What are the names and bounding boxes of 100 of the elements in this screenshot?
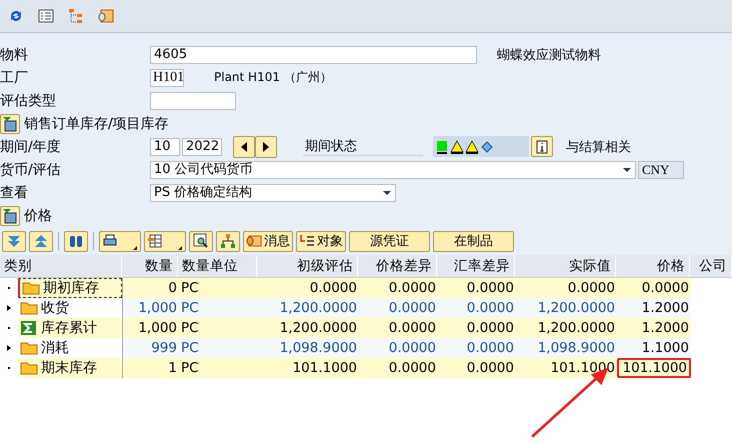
expand-arrow-icon[interactable] xyxy=(6,344,12,352)
table-cell-text: 0.0000 xyxy=(466,279,515,298)
right-arrow-icon xyxy=(261,140,271,152)
hierarchy-icon[interactable] xyxy=(68,8,84,24)
search-icon xyxy=(193,233,209,249)
dropdown-caret-icon xyxy=(382,190,392,196)
column-header[interactable]: 价格差异 xyxy=(358,255,437,277)
corner-arrow-icon xyxy=(177,244,183,250)
toolbar-button[interactable]: 源凭证 xyxy=(349,230,430,252)
info-icon xyxy=(536,140,548,154)
category-cell[interactable]: 期末库存 xyxy=(18,358,122,378)
table-cell-text: 0.0000 xyxy=(466,299,515,318)
table-cell-text: 1,000 xyxy=(137,319,178,338)
currency-dropdown[interactable]: 10 公司代码货币 xyxy=(150,160,636,178)
category-label: 库存累计 xyxy=(41,319,97,337)
refresh-icon[interactable] xyxy=(8,8,24,24)
toolbar-button[interactable]: 对象 xyxy=(296,230,346,252)
list-icon[interactable] xyxy=(38,8,54,24)
category-label: 期初库存 xyxy=(43,279,99,297)
currency-code-field: CNY xyxy=(638,160,684,178)
valuation-type-field[interactable] xyxy=(150,92,236,110)
table-cell-text: PC xyxy=(180,319,200,338)
table-cell-text: 0.0000 xyxy=(388,359,437,378)
expand-all-button[interactable] xyxy=(2,230,26,252)
column-header[interactable]: 实际值 xyxy=(515,255,616,277)
table-cell-text: 1,200.0000 xyxy=(536,319,616,338)
expand-arrow-icon[interactable] xyxy=(6,304,12,312)
table-cell-text: 1,200.0000 xyxy=(278,299,358,318)
table-cell-text: 0.0000 xyxy=(388,279,437,298)
next-button[interactable] xyxy=(255,136,277,158)
column-header[interactable]: 数量单位 xyxy=(178,255,257,277)
table-cell-text: 0.0000 xyxy=(466,339,515,358)
expand-button[interactable] xyxy=(0,206,20,226)
table-cell-text: PC xyxy=(180,359,200,378)
column-header[interactable]: 数量 xyxy=(122,255,178,277)
table-cell-text: 1,200.0000 xyxy=(278,319,358,338)
collapse-all-button[interactable] xyxy=(29,230,53,252)
left-arrow-icon xyxy=(239,140,249,152)
view-dropdown[interactable]: PS 价格确定结构 xyxy=(150,184,396,202)
column-header[interactable]: 类别 xyxy=(0,255,122,277)
column-header[interactable]: 汇率差异 xyxy=(437,255,515,277)
material-field[interactable]: 4605 xyxy=(150,46,477,64)
period-field[interactable]: 10 xyxy=(150,138,180,156)
category-label: 期末库存 xyxy=(41,359,97,377)
section-label: 销售订单库存/项目库存 xyxy=(24,114,169,132)
binoculars-button[interactable] xyxy=(64,230,88,252)
table-cell-text: 999 xyxy=(150,339,178,358)
table-cell-text: 0.0000 xyxy=(388,339,437,358)
hierarchy-button[interactable] xyxy=(216,230,240,252)
column-header[interactable]: 公司 xyxy=(690,255,732,277)
field-label: 物料 xyxy=(0,46,29,64)
plant-field[interactable]: H101 xyxy=(150,68,184,86)
field-label: 货币/评估 xyxy=(0,160,62,178)
layout-button[interactable] xyxy=(144,230,186,252)
settlement-label: 与结算相关 xyxy=(566,138,631,156)
object-list-icon xyxy=(299,233,315,249)
table-cell-text: 1,098.9000 xyxy=(278,339,358,358)
table-cell-text: 0.0000 xyxy=(466,359,515,378)
table-cell-text: 1,098.9000 xyxy=(536,339,616,358)
table-cell-text: 1,200.0000 xyxy=(536,299,616,318)
print-button[interactable] xyxy=(99,230,141,252)
double-down-arrow-icon xyxy=(6,233,22,249)
category-cell[interactable]: 收货 xyxy=(18,298,122,318)
previous-button[interactable] xyxy=(233,136,255,158)
expand-button[interactable] xyxy=(0,114,20,134)
category-label: 消耗 xyxy=(41,339,69,357)
toolbar-button[interactable]: 消息 xyxy=(243,230,293,252)
table-cell-text: 1.2000 xyxy=(640,299,690,318)
section-label: 价格 xyxy=(24,206,52,224)
field-label: 期间/年度 xyxy=(0,138,62,156)
field-label: 查看 xyxy=(0,184,29,202)
category-cell[interactable]: 消耗 xyxy=(18,338,122,358)
table-cell-text: PC xyxy=(180,279,200,298)
category-label: 收货 xyxy=(41,299,69,317)
binoculars-icon xyxy=(68,233,84,249)
dropdown-caret-icon xyxy=(622,166,632,172)
folder-icon xyxy=(2,116,18,132)
double-up-arrow-icon xyxy=(33,233,49,249)
field-label: 评估类型 xyxy=(0,92,57,110)
info-button[interactable] xyxy=(531,136,553,157)
grid-icon xyxy=(147,233,163,249)
category-cell[interactable]: 期初库存 xyxy=(18,278,122,298)
table-cell-text: PC xyxy=(180,339,200,358)
table-cell-text: 0.0000 xyxy=(388,319,437,338)
table-cell-text: 1.2000 xyxy=(640,319,690,338)
table-cell: 101.1000 xyxy=(617,358,691,378)
column-header[interactable]: 价格 xyxy=(616,255,690,277)
toolbar-button[interactable]: 在制品 xyxy=(433,230,514,252)
table-cell-text: 1.1000 xyxy=(640,339,690,358)
table-cell-text: 0.0000 xyxy=(566,279,616,298)
table-cell-text: PC xyxy=(180,299,200,318)
category-cell[interactable]: 库存累计 xyxy=(18,318,122,338)
plant-description: Plant H101 （广州） xyxy=(214,69,332,86)
search-button[interactable] xyxy=(189,230,213,252)
scroll-icon[interactable] xyxy=(98,8,114,24)
year-field[interactable]: 2022 xyxy=(182,138,222,156)
table-cell-text: 0.0000 xyxy=(640,279,690,298)
hierarchy-icon xyxy=(220,233,236,249)
period-status-label: 期间状态 xyxy=(303,137,423,156)
column-header[interactable]: 初级评估 xyxy=(257,255,358,277)
